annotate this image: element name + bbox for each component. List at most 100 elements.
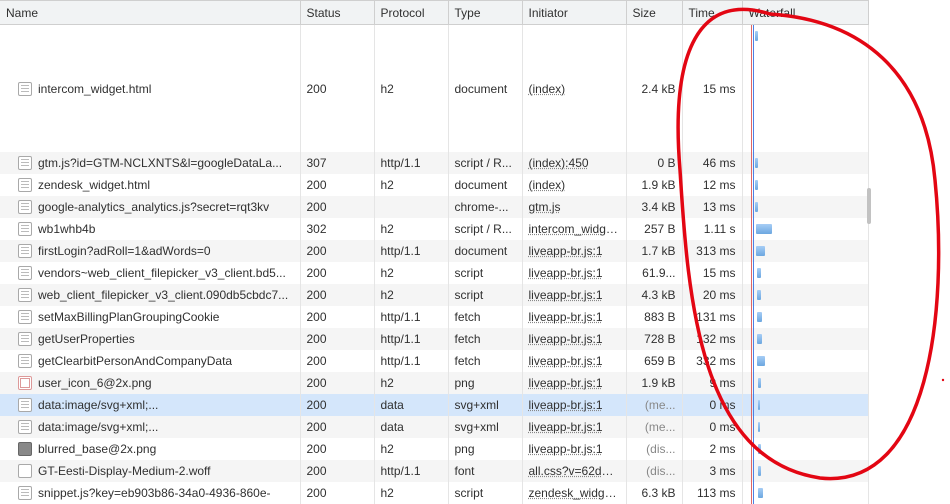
cell-initiator[interactable]: (index) xyxy=(522,25,626,153)
cell-name[interactable]: getClearbitPersonAndCompanyData xyxy=(0,350,300,372)
cell-initiator[interactable]: liveapp-br.js:1 xyxy=(522,394,626,416)
waterfall-bar xyxy=(757,334,762,344)
cell-initiator[interactable]: all.css?v=62d524... xyxy=(522,460,626,482)
cell-name[interactable]: getUserProperties xyxy=(0,328,300,350)
cell-initiator[interactable]: liveapp-br.js:1 xyxy=(522,438,626,460)
cell-time: 0 ms xyxy=(682,394,742,416)
waterfall-domcontent-marker xyxy=(753,438,754,460)
initiator-link[interactable]: liveapp-br.js:1 xyxy=(529,354,603,368)
initiator-link[interactable]: (index):450 xyxy=(529,156,589,170)
cell-initiator[interactable]: zendesk_widget.... xyxy=(522,482,626,504)
cell-size: 4.3 kB xyxy=(626,284,682,306)
cell-name[interactable]: snippet.js?key=eb903b86-34a0-4936-860e- xyxy=(0,482,300,504)
cell-size: 0 B xyxy=(626,152,682,174)
cell-type: script / R... xyxy=(448,152,522,174)
table-row[interactable]: setMaxBillingPlanGroupingCookie200http/1… xyxy=(0,306,868,328)
table-row[interactable]: google-analytics_analytics.js?secret=rqt… xyxy=(0,196,868,218)
waterfall-domcontent-marker xyxy=(753,416,754,438)
col-header-size[interactable]: Size xyxy=(626,1,682,25)
table-row[interactable]: data:image/svg+xml;...200datasvg+xmllive… xyxy=(0,394,868,416)
cell-initiator[interactable]: intercom_widget.... xyxy=(522,218,626,240)
cell-name[interactable]: zendesk_widget.html xyxy=(0,174,300,196)
table-row[interactable]: gtm.js?id=GTM-NCLXNTS&l=googleDataLa...3… xyxy=(0,152,868,174)
cell-name[interactable]: web_client_filepicker_v3_client.090db5cb… xyxy=(0,284,300,306)
col-header-status[interactable]: Status xyxy=(300,1,374,25)
initiator-link[interactable]: liveapp-br.js:1 xyxy=(529,244,603,258)
initiator-link[interactable]: (index) xyxy=(529,82,566,96)
cell-status: 200 xyxy=(300,460,374,482)
initiator-link[interactable]: liveapp-br.js:1 xyxy=(529,332,603,346)
cell-size: 257 B xyxy=(626,218,682,240)
table-row[interactable]: GT-Eesti-Display-Medium-2.woff200http/1.… xyxy=(0,460,868,482)
table-row[interactable]: zendesk_widget.html200h2document(index)1… xyxy=(0,174,868,196)
cell-initiator[interactable]: liveapp-br.js:1 xyxy=(522,416,626,438)
initiator-link[interactable]: liveapp-br.js:1 xyxy=(529,266,603,280)
initiator-link[interactable]: all.css?v=62d524... xyxy=(529,464,627,478)
cell-name[interactable]: data:image/svg+xml;... xyxy=(0,394,300,416)
table-row[interactable]: getUserProperties200http/1.1fetchliveapp… xyxy=(0,328,868,350)
col-header-initiator[interactable]: Initiator xyxy=(522,1,626,25)
cell-initiator[interactable]: liveapp-br.js:1 xyxy=(522,372,626,394)
file-name: vendors~web_client_filepicker_v3_client.… xyxy=(38,266,286,280)
initiator-link[interactable]: liveapp-br.js:1 xyxy=(529,420,603,434)
cell-initiator[interactable]: liveapp-br.js:1 xyxy=(522,306,626,328)
file-name: setMaxBillingPlanGroupingCookie xyxy=(38,310,219,324)
cell-status: 200 xyxy=(300,394,374,416)
waterfall-load-marker xyxy=(751,306,752,328)
cell-name[interactable]: firstLogin?adRoll=1&adWords=0 xyxy=(0,240,300,262)
cell-name[interactable]: user_icon_6@2x.png xyxy=(0,372,300,394)
initiator-link[interactable]: liveapp-br.js:1 xyxy=(529,288,603,302)
cell-name[interactable]: GT-Eesti-Display-Medium-2.woff xyxy=(0,460,300,482)
waterfall-domcontent-marker xyxy=(753,284,754,306)
cell-initiator[interactable]: liveapp-br.js:1 xyxy=(522,262,626,284)
table-row[interactable]: vendors~web_client_filepicker_v3_client.… xyxy=(0,262,868,284)
cell-initiator[interactable]: (index):450 xyxy=(522,152,626,174)
table-row[interactable]: snippet.js?key=eb903b86-34a0-4936-860e-2… xyxy=(0,482,868,504)
waterfall-bar xyxy=(757,290,761,300)
waterfall-bar xyxy=(756,224,772,234)
cell-initiator[interactable]: (index) xyxy=(522,174,626,196)
table-row[interactable]: firstLogin?adRoll=1&adWords=0200http/1.1… xyxy=(0,240,868,262)
cell-name[interactable]: data:image/svg+xml;... xyxy=(0,416,300,438)
table-row[interactable]: blurred_base@2x.png200h2pngliveapp-br.js… xyxy=(0,438,868,460)
initiator-link[interactable]: intercom_widget.... xyxy=(529,222,627,236)
table-row[interactable]: data:image/svg+xml;...200datasvg+xmllive… xyxy=(0,416,868,438)
cell-name[interactable]: setMaxBillingPlanGroupingCookie xyxy=(0,306,300,328)
cell-type: script / R... xyxy=(448,218,522,240)
scrollbar-thumb[interactable] xyxy=(867,188,871,224)
cell-initiator[interactable]: liveapp-br.js:1 xyxy=(522,350,626,372)
cell-name[interactable]: vendors~web_client_filepicker_v3_client.… xyxy=(0,262,300,284)
cell-name[interactable]: gtm.js?id=GTM-NCLXNTS&l=googleDataLa... xyxy=(0,152,300,174)
cell-status: 307 xyxy=(300,152,374,174)
col-header-time[interactable]: Time xyxy=(682,1,742,25)
cell-initiator[interactable]: liveapp-br.js:1 xyxy=(522,240,626,262)
initiator-link[interactable]: gtm.js xyxy=(529,200,561,214)
cell-name[interactable]: google-analytics_analytics.js?secret=rqt… xyxy=(0,196,300,218)
waterfall-bar xyxy=(758,378,761,388)
cell-name[interactable]: blurred_base@2x.png xyxy=(0,438,300,460)
initiator-link[interactable]: liveapp-br.js:1 xyxy=(529,398,603,412)
waterfall-bar xyxy=(757,268,761,278)
col-header-waterfall[interactable]: Waterfall xyxy=(742,1,868,25)
col-header-type[interactable]: Type xyxy=(448,1,522,25)
table-row[interactable]: intercom_widget.html200h2document(index)… xyxy=(0,25,868,153)
cell-initiator[interactable]: gtm.js xyxy=(522,196,626,218)
initiator-link[interactable]: liveapp-br.js:1 xyxy=(529,442,603,456)
col-header-protocol[interactable]: Protocol xyxy=(374,1,448,25)
initiator-link[interactable]: liveapp-br.js:1 xyxy=(529,376,603,390)
table-row[interactable]: wb1whb4b302h2script / R...intercom_widge… xyxy=(0,218,868,240)
document-icon xyxy=(18,82,32,96)
cell-name[interactable]: wb1whb4b xyxy=(0,218,300,240)
table-row[interactable]: user_icon_6@2x.png200h2pngliveapp-br.js:… xyxy=(0,372,868,394)
initiator-link[interactable]: zendesk_widget.... xyxy=(529,486,627,500)
cell-initiator[interactable]: liveapp-br.js:1 xyxy=(522,328,626,350)
cell-waterfall xyxy=(742,196,868,218)
table-row[interactable]: getClearbitPersonAndCompanyData200http/1… xyxy=(0,350,868,372)
initiator-link[interactable]: (index) xyxy=(529,178,566,192)
cell-name[interactable]: intercom_widget.html xyxy=(0,25,300,153)
initiator-link[interactable]: liveapp-br.js:1 xyxy=(529,310,603,324)
col-header-name[interactable]: Name xyxy=(0,1,300,25)
cell-initiator[interactable]: liveapp-br.js:1 xyxy=(522,284,626,306)
table-row[interactable]: web_client_filepicker_v3_client.090db5cb… xyxy=(0,284,868,306)
script-icon xyxy=(18,420,32,434)
